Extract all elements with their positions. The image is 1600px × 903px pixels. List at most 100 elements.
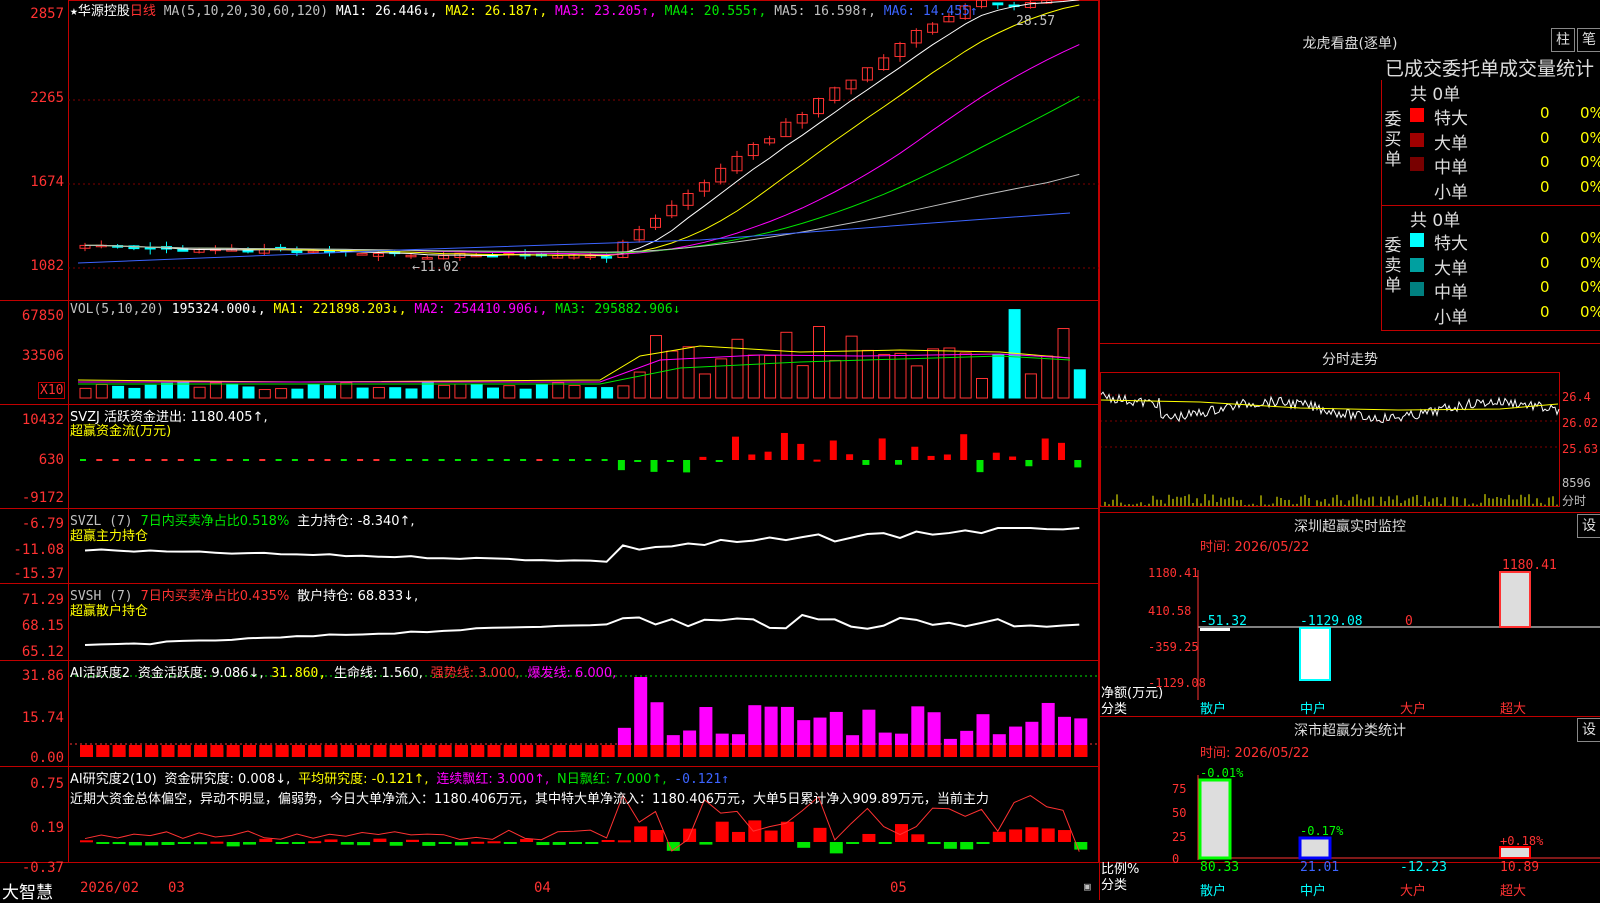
y-tick: -11.08 (13, 542, 64, 558)
activity-base (911, 745, 925, 757)
buy-orders-caption: 委 买 单 (1382, 110, 1404, 170)
activity-base (340, 745, 354, 757)
activity-base (128, 745, 142, 757)
research-bar (780, 821, 794, 842)
svzl-ratio: 7日内买卖净占比0.518% (140, 514, 290, 529)
y-tick: -9172 (21, 490, 64, 506)
row-percent: 0% (1580, 177, 1600, 196)
y-tick: 630 (38, 452, 64, 468)
activity-base (194, 745, 208, 757)
stat-time: 时间: 2026/05/22 (1200, 746, 1310, 761)
activity-base (650, 745, 664, 757)
color-swatch (1410, 233, 1424, 247)
intraday-frame (1100, 372, 1560, 507)
volume-bar (878, 353, 891, 399)
volume-bar (650, 335, 662, 399)
vol-ma-line (77, 345, 1071, 383)
main-gridlines (68, 99, 1099, 269)
volume-bar (666, 350, 679, 399)
research-bar (275, 842, 289, 844)
research-bar (243, 842, 256, 845)
volume-bar (438, 384, 451, 399)
high-price-label: 28.57 (1016, 14, 1056, 29)
y-tick: 1674 (30, 174, 64, 190)
activity-base (422, 745, 436, 757)
svsh-hold: 散户持仓: 68.833↓, (297, 589, 419, 604)
volume-bar (144, 384, 157, 399)
row-label: 大单 (1434, 258, 1468, 279)
flow-bar (1058, 442, 1065, 460)
research-bar (1041, 828, 1055, 842)
research-bar (585, 842, 599, 844)
lock-icon[interactable]: ▣ (1084, 880, 1091, 893)
flow-bar (650, 460, 658, 472)
right-panel-title: 龙虎看盘(逐单) (1302, 36, 1398, 52)
bar-view-button[interactable]: 柱 (1551, 28, 1575, 52)
color-swatch (1410, 257, 1424, 272)
ai-research-red-days: 连续飘红: 3.000↑, (436, 772, 550, 787)
tick-view-button[interactable]: 笔 (1577, 28, 1600, 52)
vol-label: VOL(5,10,20) (70, 302, 164, 317)
research-bar (389, 842, 403, 846)
activity-base (373, 745, 387, 757)
research-bar (829, 842, 843, 854)
stat-y-tick: 75 (1172, 782, 1187, 796)
research-bar (911, 834, 925, 842)
row-label: 特大 (1434, 234, 1468, 254)
chart-canvas[interactable] (0, 0, 1600, 900)
caption-char: 单 (1384, 150, 1402, 170)
activity-base (943, 745, 957, 757)
activity-base (357, 745, 371, 757)
ai2-label: AI活跃度2 (70, 666, 130, 681)
period-label[interactable]: 日线 (130, 4, 156, 19)
row-count: 0 (1540, 104, 1550, 122)
y-tick: 65.12 (21, 644, 64, 660)
ai2-v1: 31.860, (271, 666, 327, 681)
research-bar (732, 831, 745, 842)
volume-bar (112, 385, 125, 399)
buy-total: 共 0单 (1410, 85, 1461, 105)
stock-name[interactable]: 华源控股 (78, 4, 130, 19)
activity-base (585, 745, 599, 757)
vol-x10-badge[interactable]: X10 (38, 382, 66, 399)
svzl-subtitle: 超赢主力持仓 (70, 529, 149, 544)
flow-bar (911, 446, 919, 460)
stat-value: 21.01 (1300, 860, 1340, 875)
activity-base (1074, 745, 1088, 757)
volume-bar (324, 385, 336, 399)
star-icon[interactable]: ★ (70, 4, 78, 19)
stat-title: 深市超赢分类统计 (1294, 723, 1406, 739)
volume-bar (584, 387, 597, 399)
stat-bar (1198, 778, 1232, 860)
row-count: 0 (1540, 302, 1550, 321)
monitor-bar (1299, 627, 1331, 681)
activity-base (1009, 745, 1023, 757)
activity-base (454, 745, 468, 757)
stat-change: -0.01% (1200, 766, 1244, 780)
volume-bar (470, 384, 483, 399)
research-bar (650, 830, 664, 842)
y-tick: 2857 (30, 6, 64, 22)
row-percent: 0% (1580, 104, 1600, 122)
ma-value-6: MA6: 14.455↑ (883, 4, 978, 19)
research-bar (373, 838, 387, 842)
research-bar (813, 827, 827, 842)
sell-row: 中单 0 0% (1410, 278, 1600, 303)
volume-bar (535, 384, 548, 399)
activity-base (715, 745, 729, 757)
monitor-title: 深圳超赢实时监控 (1294, 519, 1406, 535)
activity-base (846, 745, 860, 757)
ai-research-last: -0.121↑ (674, 772, 730, 787)
brand-logo: 大智慧 (2, 883, 53, 903)
research-bar (797, 842, 811, 848)
research-bar (177, 842, 191, 844)
row-count: 0 (1540, 177, 1550, 196)
stat-y-tick: 25 (1172, 830, 1187, 844)
y-tick: 10432 (21, 412, 64, 428)
ma-value-5: MA5: 16.598↑, (774, 4, 884, 19)
flow-bar (813, 459, 821, 462)
volume-bar (617, 385, 630, 399)
stat-settings-button[interactable]: 设 (1577, 718, 1600, 742)
monitor-settings-button[interactable]: 设 (1577, 514, 1600, 538)
research-bar (308, 841, 322, 844)
